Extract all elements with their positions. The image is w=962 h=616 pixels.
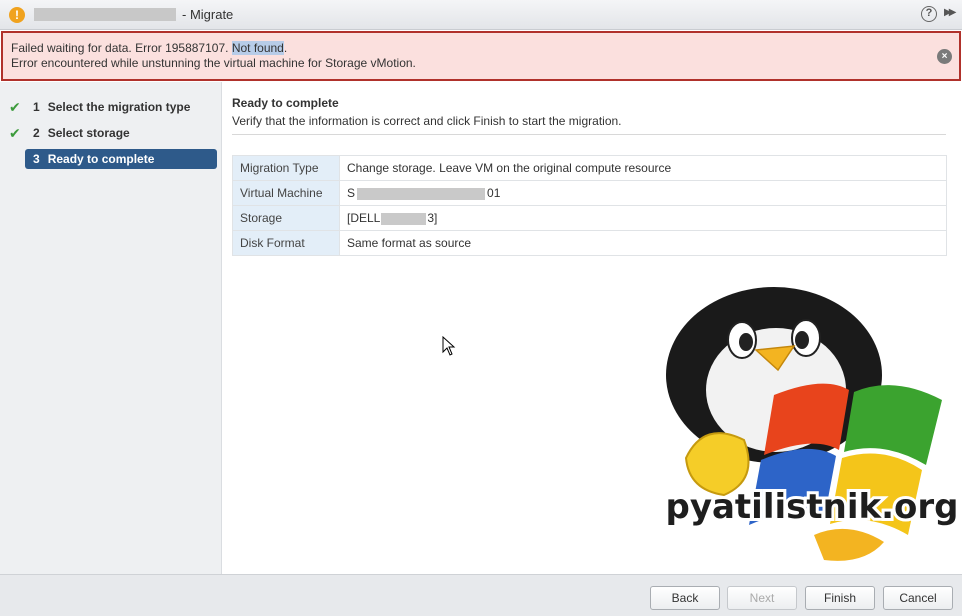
error-banner: Failed waiting for data. Error 195887107… [1,31,961,81]
help-icon[interactable]: ? [921,6,937,22]
row-value: S 01 [339,180,947,206]
error-message-line2: Error encountered while unstunning the v… [11,56,416,70]
flag-green-pane [844,385,942,465]
row-value: Change storage. Leave VM on the original… [339,155,947,181]
check-icon: ✔ [9,125,21,141]
wizard-footer: Back Next Finish Cancel [0,574,962,616]
watermark-text: pyatilistnik.org [665,487,958,527]
warning-icon: ! [9,7,25,23]
row-label: Storage [232,205,340,231]
redacted-value [381,212,427,225]
row-label: Migration Type [232,155,340,181]
error-highlighted-text: Not found [231,41,284,55]
close-error-icon[interactable]: × [937,49,952,64]
step-ready-to-complete[interactable]: 3 Ready to complete [25,149,217,169]
window-title-bar: ! - Migrate ? ▶▶ [0,0,962,30]
penguin-foot [814,528,884,561]
row-value: Same format as source [339,230,947,256]
window-title: - Migrate [182,7,234,22]
page-title: Ready to complete [232,96,339,110]
redacted-value [357,187,486,200]
table-row: Disk Format Same format as source [232,230,947,256]
check-icon: ✔ [9,99,21,115]
wizard-steps-nav: ✔ 1 Select the migration type ✔ 2 Select s… [0,82,222,574]
row-label: Disk Format [232,230,340,256]
table-row: Storage [DELL 3] [232,205,947,231]
cancel-button[interactable]: Cancel [883,586,953,610]
page-subtitle: Verify that the information is correct a… [232,114,622,128]
penguin-logo-watermark: pyatilistnik.org pyatilistnik.org [664,287,962,561]
step-select-migration-type[interactable]: 1 Select the migration type [25,97,217,117]
summary-table: Migration Type Change storage. Leave VM … [232,155,947,256]
back-button[interactable]: Back [650,586,720,610]
row-value: [DELL 3] [339,205,947,231]
divider [232,134,946,135]
finish-button[interactable]: Finish [805,586,875,610]
penguin-pupil [739,333,753,351]
table-row: Virtual Machine S 01 [232,180,947,206]
next-button[interactable]: Next [727,586,797,610]
error-message-line1: Failed waiting for data. Error 195887107… [11,41,288,55]
row-label: Virtual Machine [232,180,340,206]
expand-icon[interactable]: ▶▶ [944,7,957,18]
step-select-storage[interactable]: 2 Select storage [25,123,217,143]
redacted-vm-name [34,8,176,21]
mouse-cursor-icon [442,336,456,356]
table-row: Migration Type Change storage. Leave VM … [232,155,947,181]
penguin-wing [684,432,750,497]
penguin-pupil [795,331,809,349]
